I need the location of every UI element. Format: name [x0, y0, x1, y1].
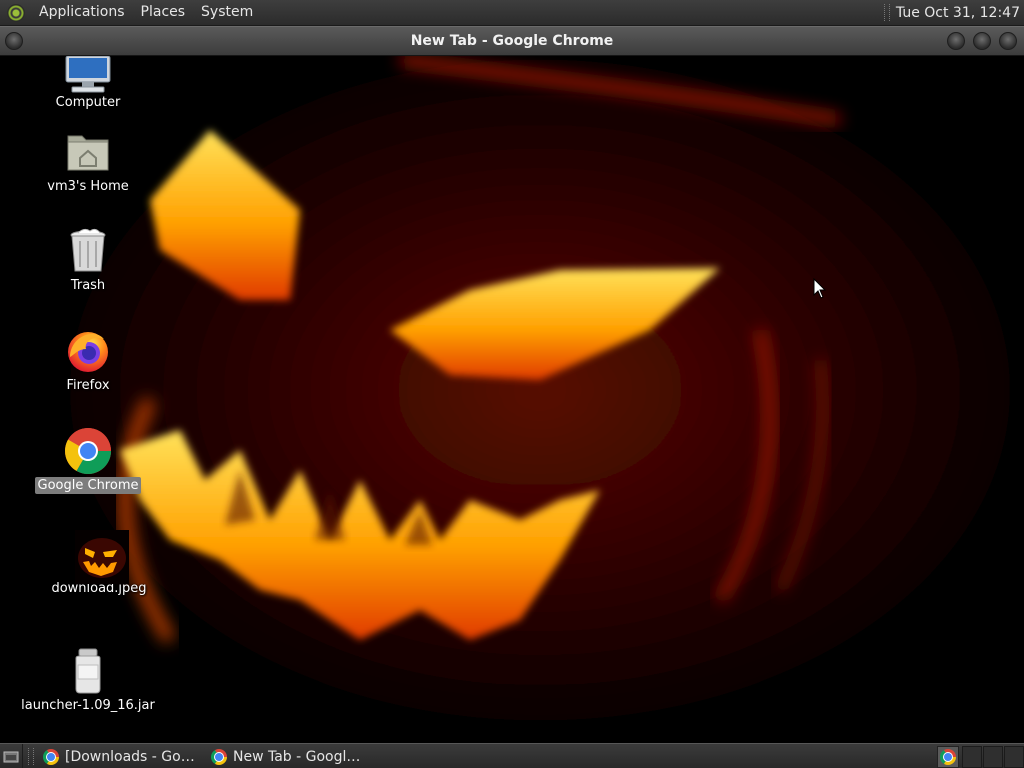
minimize-button[interactable]: [947, 32, 965, 50]
places-menu[interactable]: Places: [133, 0, 194, 25]
desktop-icon-label: launcher-1.09_16.jar: [21, 698, 155, 713]
firefox-icon: [64, 327, 112, 375]
jar-icon: [64, 647, 112, 695]
applications-menu[interactable]: Applications: [31, 0, 133, 25]
desktop-icon-home[interactable]: vm3's Home: [23, 128, 153, 195]
jack-o-lantern-thumbnail-icon: [75, 530, 129, 584]
maximize-button[interactable]: [973, 32, 991, 50]
taskbar-task-new-tab[interactable]: New Tab - Google C...: [207, 746, 369, 768]
desktop-icon-firefox[interactable]: Firefox: [23, 327, 153, 394]
distro-logo-icon[interactable]: [7, 3, 25, 22]
workspace-2[interactable]: [983, 746, 1003, 768]
window-title: New Tab - Google Chrome: [410, 33, 614, 49]
trash-icon: [64, 227, 112, 275]
tray-chrome-button[interactable]: [937, 746, 959, 768]
desktop-icon-download-jpeg[interactable]: download.jpeg: [34, 530, 164, 597]
show-desktop-button[interactable]: [0, 744, 23, 768]
desktop-icon-label: Computer: [55, 95, 121, 110]
desktop-icon-chrome[interactable]: Google Chrome: [23, 427, 153, 494]
top-panel: Applications Places System Tue Oct 31, 1…: [0, 0, 1024, 26]
workspace-3[interactable]: [1004, 746, 1024, 768]
home-folder-icon: [64, 128, 112, 176]
show-desktop-icon: [3, 751, 19, 762]
desktop-screen: Applications Places System Tue Oct 31, 1…: [0, 0, 1024, 768]
taskbar-task-label: New Tab - Google C...: [233, 748, 365, 765]
computer-icon: [64, 55, 112, 93]
window-titlebar[interactable]: New Tab - Google Chrome: [0, 26, 1024, 56]
desktop-icon-launcher-jar[interactable]: launcher-1.09_16.jar: [21, 647, 155, 714]
pumpkin-wallpaper: [0, 0, 1024, 768]
taskbar-task-downloads[interactable]: [Downloads - Goog...: [39, 746, 201, 768]
mouse-cursor-icon: [813, 278, 827, 299]
desktop-icon-trash[interactable]: Trash: [23, 227, 153, 294]
chrome-icon: [64, 427, 112, 475]
chrome-icon: [940, 749, 956, 765]
desktop-icon-label: vm3's Home: [47, 179, 129, 194]
desktop-icon-label: Firefox: [66, 378, 110, 393]
chrome-icon: [211, 748, 227, 765]
chrome-icon: [43, 748, 59, 765]
taskbar: [Downloads - Goog... New Tab - Google C.…: [0, 743, 1024, 768]
clock[interactable]: Tue Oct 31, 12:47: [896, 5, 1024, 21]
close-button[interactable]: [999, 32, 1017, 50]
system-menu[interactable]: System: [193, 0, 261, 25]
taskbar-task-label: [Downloads - Goog...: [65, 748, 197, 765]
workspace-1[interactable]: [962, 746, 982, 768]
desktop-icon-label: Google Chrome: [34, 477, 142, 494]
taskbar-separator: [28, 748, 34, 765]
panel-separator: [883, 4, 890, 21]
desktop-icon-label: Trash: [70, 278, 106, 293]
desktop-icon-computer[interactable]: Computer: [23, 55, 153, 111]
